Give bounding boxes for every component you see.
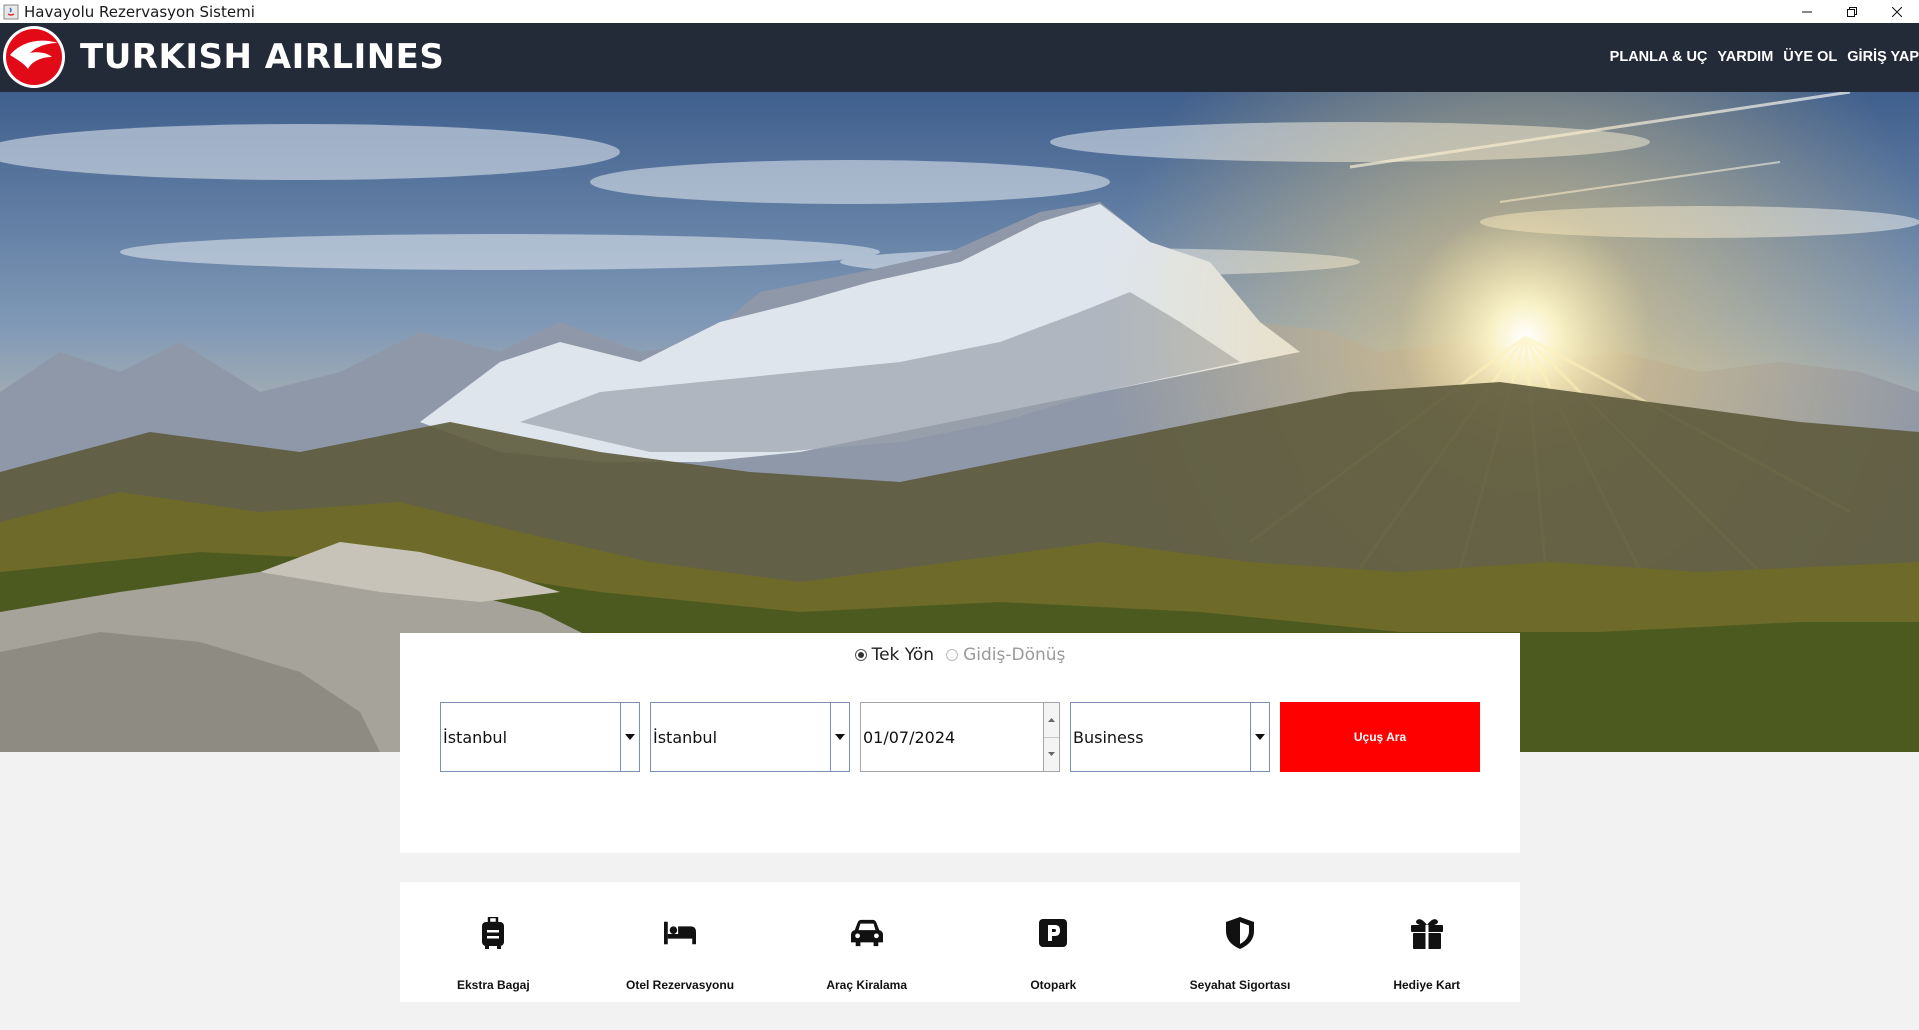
- service-parking-label: Otopark: [1030, 978, 1077, 992]
- service-hotel-booking[interactable]: Otel Rezervasyonu: [587, 882, 774, 1002]
- close-button[interactable]: [1874, 0, 1919, 23]
- destination-dropdown-button[interactable]: [830, 703, 849, 771]
- chevron-down-icon: [1255, 734, 1265, 740]
- destination-select[interactable]: İstanbul: [650, 702, 850, 772]
- nav-sign-up[interactable]: ÜYE OL: [1783, 49, 1837, 65]
- service-gift-card-label: Hediye Kart: [1393, 978, 1461, 992]
- service-car-rental-label: Araç Kiralama: [826, 978, 908, 992]
- java-app-icon: [3, 4, 19, 19]
- origin-dropdown-button[interactable]: [620, 703, 639, 771]
- cabin-class-dropdown-button[interactable]: [1250, 703, 1269, 771]
- window-title: Havayolu Rezervasyon Sistemi: [24, 2, 255, 21]
- service-travel-insurance[interactable]: Seyahat Sigortası: [1147, 882, 1334, 1002]
- origin-value[interactable]: İstanbul: [441, 703, 620, 771]
- cabin-class-select[interactable]: Business: [1070, 702, 1270, 772]
- search-flights-button[interactable]: Uçuş Ara: [1280, 702, 1480, 772]
- date-decrement-button[interactable]: [1044, 736, 1059, 771]
- minimize-button[interactable]: [1784, 0, 1829, 23]
- date-increment-button[interactable]: [1044, 703, 1059, 737]
- service-extra-baggage[interactable]: Ekstra Bagaj: [400, 882, 587, 1002]
- radio-one-way[interactable]: Tek Yön: [854, 645, 935, 665]
- service-travel-insurance-label: Seyahat Sigortası: [1189, 978, 1291, 992]
- chevron-down-icon: [1048, 752, 1055, 757]
- nav-plan-fly[interactable]: PLANLA & UÇ: [1610, 49, 1708, 65]
- service-extra-baggage-label: Ekstra Bagaj: [456, 978, 530, 992]
- chevron-down-icon: [835, 734, 845, 740]
- radio-round-trip[interactable]: Gidiş-Dönüş: [946, 645, 1065, 665]
- services-bar: Ekstra Bagaj Otel Rezervasyonu Araç Kira…: [400, 882, 1520, 1002]
- chevron-up-icon: [1048, 717, 1055, 722]
- nav-sign-in[interactable]: GİRİŞ YAP: [1847, 49, 1919, 65]
- radio-round-trip-label: Gidiş-Dönüş: [963, 645, 1066, 665]
- service-parking[interactable]: Otopark: [960, 882, 1147, 1002]
- restore-button[interactable]: [1829, 0, 1874, 23]
- date-value[interactable]: 01/07/2024: [861, 703, 1043, 771]
- service-gift-card[interactable]: Hediye Kart: [1333, 882, 1520, 1002]
- bed-icon: [664, 916, 696, 950]
- destination-value[interactable]: İstanbul: [651, 703, 830, 771]
- radio-one-way-label: Tek Yön: [871, 645, 935, 665]
- turkish-airlines-logo-icon[interactable]: [2, 25, 66, 89]
- close-icon: [1891, 6, 1902, 17]
- shield-icon: [1224, 916, 1256, 950]
- cabin-class-value[interactable]: Business: [1071, 703, 1250, 771]
- window-titlebar: Havayolu Rezervasyon Sistemi: [0, 0, 1919, 23]
- origin-select[interactable]: İstanbul: [440, 702, 640, 772]
- radio-round-trip-indicator[interactable]: [946, 649, 959, 661]
- radio-one-way-indicator[interactable]: [854, 649, 867, 661]
- chevron-down-icon: [625, 734, 635, 740]
- car-icon: [850, 916, 883, 950]
- date-spinner-buttons: [1043, 703, 1059, 771]
- service-hotel-booking-label: Otel Rezervasyonu: [625, 978, 735, 992]
- flight-search-panel: Tek Yön Gidiş-Dönüş İstanbul İstanbul 01…: [400, 633, 1520, 853]
- nav-help[interactable]: YARDIM: [1717, 49, 1773, 65]
- trip-type-group: Tek Yön Gidiş-Dönüş: [400, 645, 1520, 665]
- site-header: TURKISH AIRLINES PLANLA & UÇ YARDIM ÜYE …: [0, 23, 1919, 92]
- parking-icon: [1037, 916, 1069, 950]
- date-spinner[interactable]: 01/07/2024: [860, 702, 1060, 772]
- main-nav: PLANLA & UÇ YARDIM ÜYE OL GİRİŞ YAP: [1610, 49, 1919, 65]
- minimize-icon: [1801, 11, 1812, 12]
- brand-name[interactable]: TURKISH AIRLINES: [80, 37, 444, 77]
- service-car-rental[interactable]: Araç Kiralama: [773, 882, 960, 1002]
- gift-icon: [1410, 916, 1443, 950]
- restore-icon: [1846, 6, 1857, 17]
- luggage-icon: [477, 916, 509, 950]
